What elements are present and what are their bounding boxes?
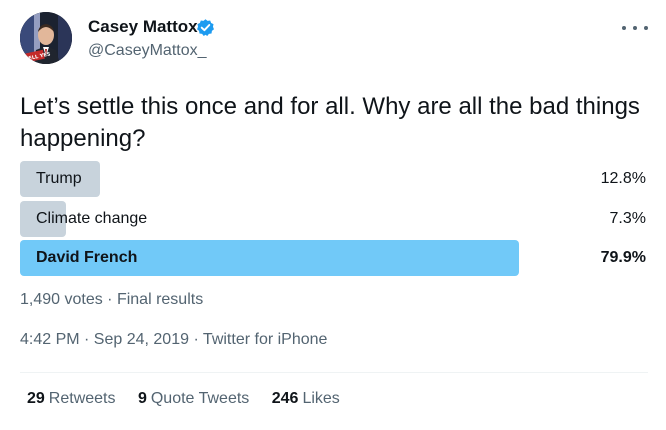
poll-option: Climate change 7.3% (20, 201, 648, 237)
likes-count: 246 (271, 390, 299, 407)
poll-option-percent: 7.3% (609, 210, 646, 227)
retweets-count: 29 (27, 390, 45, 407)
likes-label: Likes (302, 390, 340, 407)
avatar-image: HELL YES (20, 12, 72, 64)
poll-option-percent: 12.8% (600, 170, 646, 187)
retweets-stat[interactable]: 29 Retweets (27, 390, 116, 408)
divider (20, 372, 648, 373)
quote-tweets-label: Quote Tweets (150, 390, 250, 407)
poll-option-label: Climate change (36, 210, 148, 227)
author-display-name[interactable]: Casey Mattox (88, 17, 198, 37)
poll-option-label: Trump (36, 170, 82, 187)
tweet-text: Let’s settle this once and for all. Why … (20, 93, 640, 152)
poll-option: Trump 12.8% (20, 161, 648, 197)
quote-tweets-stat[interactable]: 9 Quote Tweets (138, 390, 249, 408)
poll-option: David French 79.9% (20, 240, 648, 276)
more-options-icon[interactable] (622, 18, 648, 38)
tweet-timestamp[interactable]: 4:42 PM · Sep 24, 2019 · Twitter for iPh… (20, 331, 327, 349)
verified-badge-icon (197, 19, 214, 36)
poll-option-label: David French (36, 249, 138, 266)
poll-meta: 1,490 votes · Final results (20, 291, 204, 308)
likes-stat[interactable]: 246 Likes (272, 390, 340, 408)
author-handle[interactable]: @CaseyMattox_ (88, 42, 207, 60)
quote-tweets-count: 9 (137, 390, 147, 407)
poll-option-percent: 79.9% (600, 249, 646, 266)
engagement-stats: 29 Retweets 9 Quote Tweets 246 Likes (27, 390, 358, 408)
avatar[interactable]: HELL YES (20, 12, 72, 64)
tweet-card: HELL YES Casey Mattox @CaseyMattox_ Let’… (0, 0, 666, 430)
retweets-label: Retweets (48, 390, 116, 407)
